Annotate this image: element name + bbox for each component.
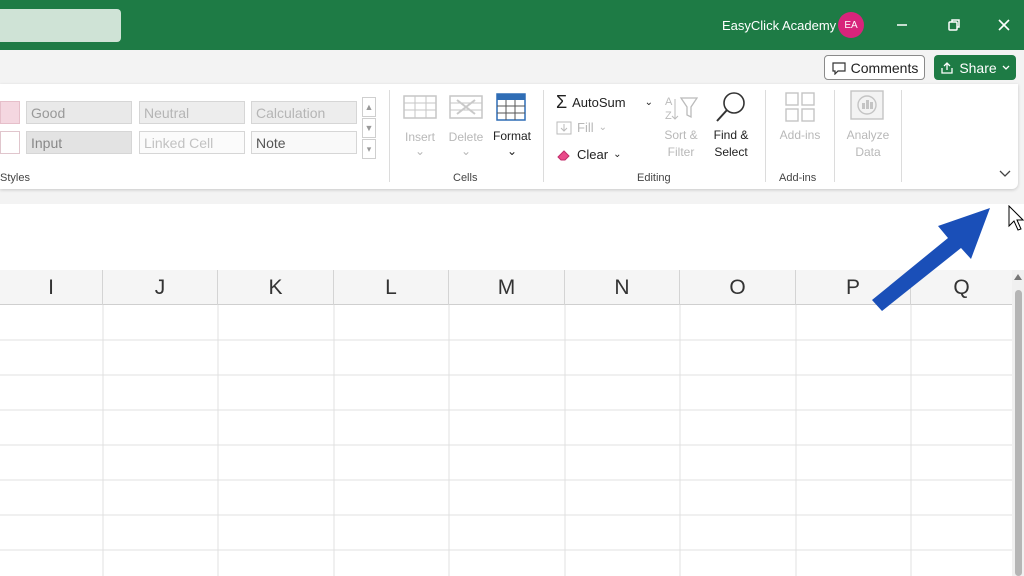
style-linked-cell[interactable]: Linked Cell	[139, 131, 245, 154]
share-icon	[941, 61, 953, 74]
comments-button[interactable]: Comments	[824, 55, 925, 80]
avatar[interactable]: EA	[838, 12, 864, 38]
gallery-up-icon[interactable]: ▲	[362, 97, 376, 117]
separator	[765, 90, 766, 182]
style-check-partial[interactable]	[0, 131, 20, 154]
chevron-down-icon	[1002, 65, 1010, 70]
scrollbar-thumb[interactable]	[1015, 290, 1022, 576]
title-bar	[0, 0, 1024, 50]
sigma-icon: Σ	[556, 92, 568, 112]
column-header[interactable]: K	[218, 270, 334, 305]
addins-icon	[785, 92, 815, 122]
style-note[interactable]: Note	[251, 131, 357, 154]
minimize-icon[interactable]	[891, 14, 913, 36]
svg-text:Z: Z	[665, 110, 672, 122]
separator	[901, 90, 902, 182]
column-header[interactable]: J	[103, 270, 218, 305]
fill-icon	[556, 121, 572, 134]
style-bad-partial[interactable]	[0, 101, 20, 124]
mouse-cursor-icon	[1008, 205, 1024, 231]
scroll-up-icon[interactable]	[1014, 274, 1022, 280]
fill-button[interactable]: Fill ⌄	[556, 120, 607, 135]
gallery-more-icon[interactable]: ▾	[362, 139, 376, 159]
share-button[interactable]: Share	[934, 55, 1016, 80]
style-good[interactable]: Good	[26, 101, 132, 124]
find-select-label-2[interactable]: Select	[706, 144, 756, 160]
separator	[389, 90, 390, 182]
chevron-down-icon: ⌄	[613, 149, 622, 160]
close-icon[interactable]	[993, 14, 1015, 36]
search-box[interactable]	[0, 9, 121, 42]
eraser-icon	[557, 149, 570, 160]
comment-icon	[832, 61, 846, 75]
delete-chevron-icon: ⌄	[460, 144, 472, 158]
separator	[543, 90, 544, 182]
chevron-down-icon: ⌄	[598, 122, 607, 133]
analyze-data-label-1[interactable]: Analyze	[842, 127, 894, 143]
column-header[interactable]: I	[0, 270, 103, 305]
style-neutral[interactable]: Neutral	[139, 101, 245, 124]
find-select-label-1[interactable]: Find &	[706, 127, 756, 143]
column-header-row: I J K L M N O P Q	[0, 270, 1012, 305]
column-header[interactable]: M	[449, 270, 565, 305]
insert-chevron-icon: ⌄	[414, 144, 426, 158]
editing-group-label: Editing	[637, 172, 671, 184]
style-input[interactable]: Input	[26, 131, 132, 154]
column-header[interactable]: N	[565, 270, 680, 305]
format-button[interactable]: Format	[489, 128, 535, 144]
clear-label: Clear	[577, 147, 609, 162]
column-header[interactable]: L	[334, 270, 449, 305]
find-select-icon	[716, 92, 745, 122]
autosum-button[interactable]: Σ AutoSum ⌄	[556, 92, 653, 113]
analyze-data-icon	[850, 90, 884, 120]
cells-group-label: Cells	[453, 172, 478, 184]
format-cells-icon	[496, 93, 526, 121]
chevron-down-icon: ⌄	[644, 97, 654, 108]
autosum-label: AutoSum	[572, 95, 626, 110]
annotation-arrow-icon	[872, 208, 990, 311]
sort-filter-label-1[interactable]: Sort &	[656, 127, 706, 143]
column-header[interactable]: O	[680, 270, 796, 305]
style-calculation[interactable]: Calculation	[251, 101, 357, 124]
styles-group-label: Styles	[0, 172, 30, 184]
share-label: Share	[959, 59, 997, 76]
comments-label: Comments	[850, 59, 919, 76]
delete-cells-icon	[449, 95, 483, 119]
restore-icon[interactable]	[943, 14, 965, 36]
fill-label: Fill	[577, 120, 594, 135]
insert-cells-icon	[403, 95, 437, 119]
gallery-down-icon[interactable]: ▼	[362, 118, 376, 138]
cell-grid[interactable]	[0, 305, 1012, 576]
sort-filter-icon: A Z	[665, 96, 698, 122]
sort-filter-label-2[interactable]: Filter	[656, 144, 706, 160]
addins-button[interactable]: Add-ins	[774, 127, 826, 143]
ribbon-collapse-chevron-icon[interactable]	[999, 170, 1011, 178]
svg-text:A: A	[665, 96, 673, 108]
separator	[834, 90, 835, 182]
format-chevron-icon: ⌄	[506, 144, 518, 158]
user-name: EasyClick Academy	[722, 18, 837, 33]
addins-group-label: Add-ins	[779, 172, 817, 184]
analyze-data-label-2[interactable]: Data	[842, 144, 894, 160]
clear-button[interactable]: Clear ⌄	[556, 147, 621, 162]
